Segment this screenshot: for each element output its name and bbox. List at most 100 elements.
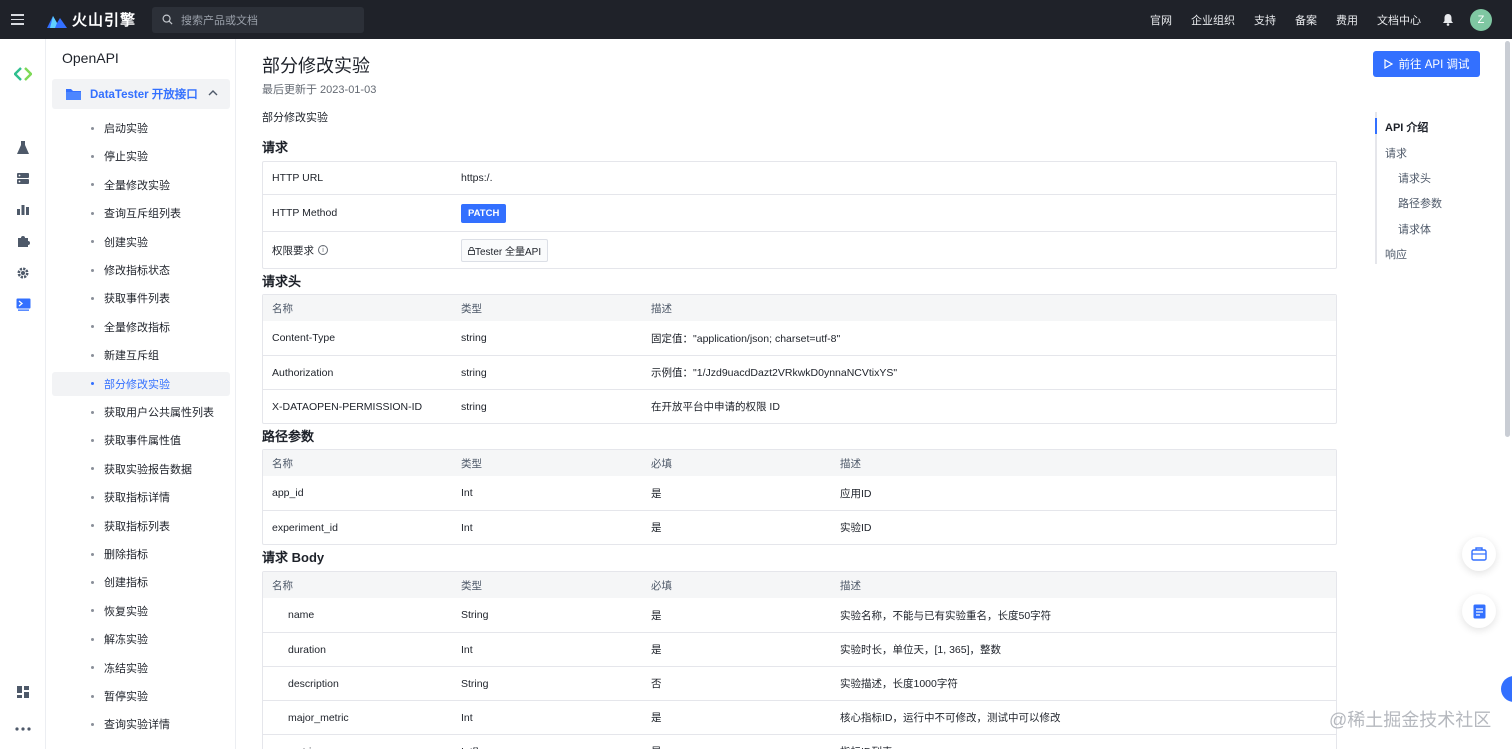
sidebar-item-label: 修改指标状态: [104, 265, 170, 277]
link-enterprise[interactable]: 企业组织: [1191, 12, 1235, 28]
page-title: 部分修改实验: [262, 56, 370, 76]
top-bar: 火山引擎 搜索产品或文档 官网 企业组织 支持 备案 费用 文档中心 Z: [0, 0, 1512, 39]
sidebar-item-label: 恢复实验: [104, 605, 148, 618]
table-row: Authorization string 示例值："1/Jzd9uacdDazt2V…: [263, 355, 1336, 389]
toc-item-api-intro[interactable]: API 介绍: [1385, 119, 1428, 135]
sidebar-item[interactable]: 启动实验: [52, 116, 230, 140]
bullet-icon: [91, 240, 94, 244]
bullet-icon: [91, 410, 94, 414]
doc-float-button[interactable]: [1462, 594, 1496, 628]
table-cell: Int[]: [461, 735, 479, 749]
table-cell: 实验描述，长度1000字符: [840, 678, 958, 690]
feedback-float-button[interactable]: [1462, 537, 1496, 571]
table-cell: 应用ID: [840, 487, 872, 500]
terminal-icon[interactable]: [14, 295, 32, 313]
sidebar-item[interactable]: 新建互斥组: [52, 343, 230, 367]
sidebar-item[interactable]: 解冻实验: [52, 627, 230, 651]
sidebar-item[interactable]: 恢复实验: [52, 599, 230, 623]
bullet-icon: [91, 666, 94, 670]
puzzle-icon[interactable]: [14, 232, 32, 250]
sidebar-item-label: 全量修改指标: [104, 321, 170, 334]
column-header: 名称: [272, 457, 293, 470]
brand-name: 火山引擎: [72, 12, 137, 29]
dashboard-icon[interactable]: [14, 683, 32, 701]
path-params-table: 名称 类型 必填 描述 app_id Int 是 应用ID experiment_id I…: [262, 449, 1337, 545]
bell-icon[interactable]: [1442, 13, 1454, 26]
more-icon[interactable]: [14, 720, 32, 738]
gear-icon[interactable]: [14, 264, 32, 282]
sidebar-item[interactable]: 创建指标: [52, 570, 230, 594]
table-cell: Authorization: [272, 366, 334, 379]
permission-tag[interactable]: Tester 全量API: [461, 238, 549, 262]
toc-item-body[interactable]: 请求体: [1398, 221, 1431, 237]
column-header: 类型: [461, 457, 482, 470]
page-description: 部分修改实验: [262, 112, 328, 124]
bar-chart-icon[interactable]: [14, 200, 32, 218]
expand-panel-button[interactable]: [1501, 676, 1512, 702]
sidebar-item[interactable]: 获取用户公共属性列表: [52, 400, 230, 424]
bullet-icon: [91, 353, 94, 357]
permission-value: Tester 全量API: [475, 246, 542, 258]
toc-item-path-params[interactable]: 路径参数: [1398, 195, 1442, 211]
bullet-icon: [91, 154, 94, 158]
last-updated: 最后更新于 2023-01-03: [262, 84, 377, 96]
sidebar-item[interactable]: 查询实验详情: [52, 712, 230, 736]
table-cell: Int: [461, 711, 473, 724]
openapi-logo-icon[interactable]: [14, 65, 32, 83]
sidebar-item-label: 新建互斥组: [104, 350, 159, 363]
sidebar-item-label: 获取指标详情: [104, 492, 170, 505]
server-icon[interactable]: [14, 169, 32, 187]
table-row: app_id Int 是 应用ID: [263, 476, 1336, 510]
table-row: HTTP URL https:/.: [263, 162, 1336, 194]
section-body-title: 请求 Body: [262, 550, 325, 565]
sidebar-item[interactable]: 获取事件属性值: [52, 428, 230, 452]
table-cell: 是: [651, 735, 662, 749]
bullet-icon: [91, 438, 94, 442]
watermark: @稀土掘金技术社区: [1329, 710, 1492, 730]
sidebar-item[interactable]: 获取事件列表: [52, 286, 230, 310]
table-row: name String 是 实验名称，不能与已有实验重名，长度50字符: [263, 598, 1336, 632]
info-icon[interactable]: i: [318, 245, 328, 255]
sidebar-group-datatester[interactable]: DataTester 开放接口: [52, 79, 230, 109]
sidebar-item[interactable]: 全量修改实验: [52, 173, 230, 197]
api-debug-button[interactable]: 前往 API 调试: [1373, 51, 1480, 77]
link-support[interactable]: 支持: [1254, 12, 1276, 28]
api-debug-label: 前往 API 调试: [1398, 59, 1470, 71]
toc-item-request[interactable]: 请求: [1385, 145, 1407, 161]
sidebar-item[interactable]: 全量修改指标: [52, 315, 230, 339]
bullet-icon: [91, 183, 94, 187]
toc-item-headers[interactable]: 请求头: [1398, 170, 1431, 186]
sidebar-item[interactable]: 删除指标: [52, 542, 230, 566]
sidebar-item[interactable]: 部分修改实验: [52, 371, 230, 396]
sidebar-item[interactable]: 暂停实验: [52, 684, 230, 708]
link-docs[interactable]: 文档中心: [1377, 12, 1421, 28]
brand-logo[interactable]: 火山引擎: [46, 9, 136, 30]
search-input[interactable]: 搜索产品或文档: [152, 6, 365, 33]
table-cell: duration: [288, 643, 326, 656]
toc-item-response[interactable]: 响应: [1385, 246, 1407, 262]
table-cell: Int: [461, 521, 473, 534]
page-scrollbar[interactable]: [1505, 41, 1510, 437]
sidebar-item[interactable]: 停止实验: [52, 144, 230, 168]
sidebar-item[interactable]: 冻结实验: [52, 656, 230, 680]
chevron-up-icon[interactable]: [208, 89, 218, 96]
avatar[interactable]: Z: [1470, 8, 1492, 31]
table-cell: 实验名称，不能与已有实验重名，长度50字符: [840, 609, 1052, 622]
toolbox-icon: [1471, 547, 1487, 561]
link-pricing[interactable]: 费用: [1336, 12, 1358, 28]
sidebar-item[interactable]: 修改指标状态: [52, 258, 230, 282]
request-table: HTTP URL https:/. HTTP Method PATCH 权限要求…: [262, 161, 1337, 269]
sidebar-item[interactable]: 获取指标详情: [52, 485, 230, 509]
sidebar-item[interactable]: 获取实验报告数据: [52, 457, 230, 481]
table-cell: 否: [651, 678, 662, 690]
body-table: 名称 类型 必填 描述 name String 是 实验名称，不能与已有实验重名，长度…: [262, 571, 1337, 749]
link-official-site[interactable]: 官网: [1150, 12, 1172, 28]
menu-icon[interactable]: [0, 0, 34, 39]
sidebar-item[interactable]: 查询互斥组列表: [52, 201, 230, 225]
sidebar-item[interactable]: 创建实验: [52, 230, 230, 254]
link-filing[interactable]: 备案: [1295, 12, 1317, 28]
table-cell: X-DATAOPEN-PERMISSION-ID: [272, 400, 423, 413]
bullet-icon: [91, 296, 94, 300]
flask-icon[interactable]: [14, 138, 32, 156]
sidebar-item[interactable]: 获取指标列表: [52, 514, 230, 538]
